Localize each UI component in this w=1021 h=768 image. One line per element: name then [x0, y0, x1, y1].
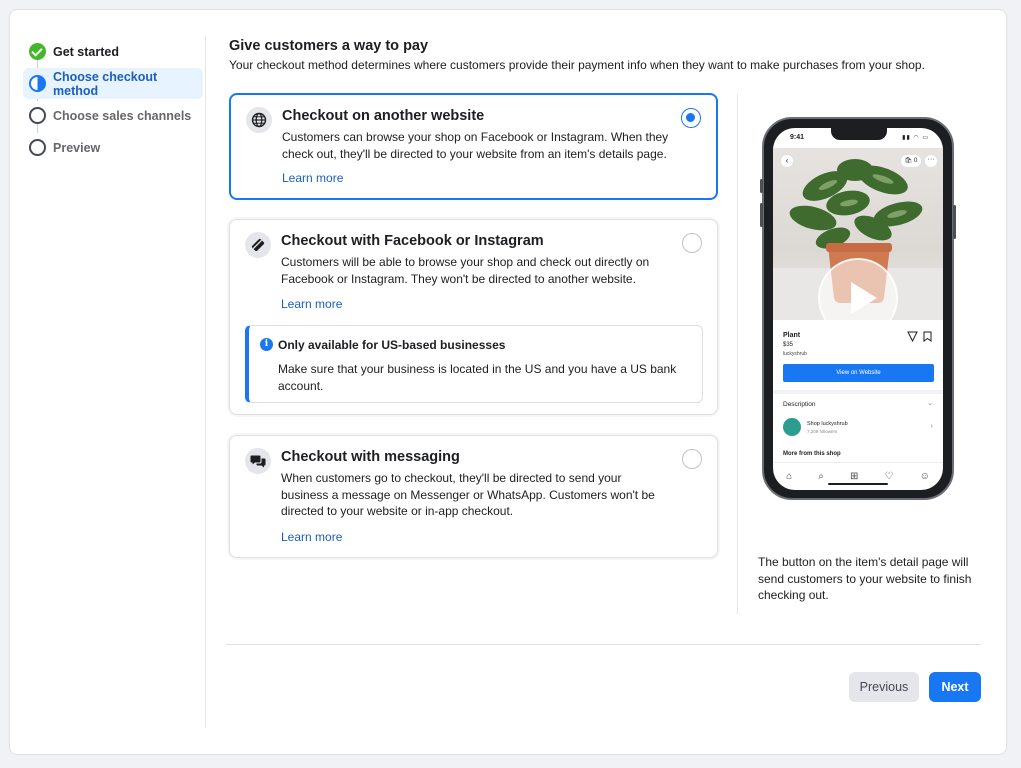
globe-icon: [246, 107, 272, 133]
product-price: $35: [783, 342, 794, 348]
sidebar-divider: [205, 36, 206, 728]
profile-icon: ☺: [919, 471, 930, 482]
previous-button[interactable]: Previous: [849, 672, 919, 702]
check-circle-icon: [29, 43, 46, 60]
step-label: Preview: [53, 140, 101, 155]
section-separator: [773, 390, 943, 394]
back-arrow-icon: ‹: [781, 155, 793, 167]
footer-divider: [226, 644, 981, 645]
preview-divider: [737, 94, 738, 614]
option-description: When customers go to checkout, they'll b…: [281, 471, 655, 518]
option-description: Customers can browse your shop on Facebo…: [282, 130, 669, 161]
phone-screen: 9:41 ▮▮ ◠ ▭ ‹ 🛍 0 ··· Plant $35 luckyshr…: [773, 128, 943, 490]
option-checkout-facebook-instagram[interactable]: Checkout with Facebook or Instagram Cust…: [229, 219, 718, 415]
step-preview[interactable]: Preview: [23, 132, 203, 163]
play-icon: [818, 258, 898, 338]
phone-notch: [831, 128, 887, 140]
shop-avatar: [783, 418, 801, 436]
notice-title: Only available for US-based businesses: [278, 338, 506, 352]
home-icon: ⌂: [786, 471, 793, 482]
heart-icon: ♡: [884, 471, 894, 482]
step-choose-sales-channels[interactable]: Choose sales channels: [23, 100, 203, 131]
notice-text: Make sure that your business is located …: [278, 362, 677, 393]
phone-side-button: [760, 179, 763, 193]
us-only-notice: i Only available for US-based businesses…: [245, 325, 703, 403]
step-label: Choose checkout method: [53, 69, 158, 98]
option-checkout-another-website[interactable]: Checkout on another website Customers ca…: [229, 93, 718, 200]
half-circle-icon: [29, 75, 46, 92]
info-icon: i: [260, 338, 273, 351]
option-title: Checkout with messaging: [281, 449, 460, 465]
more-icon: ···: [925, 155, 937, 167]
next-button[interactable]: Next: [929, 672, 981, 702]
home-indicator: [828, 483, 888, 485]
chevron-down-icon: ⌄: [927, 400, 933, 407]
step-get-started[interactable]: Get started: [23, 36, 203, 67]
option-title: Checkout on another website: [282, 108, 485, 124]
step-label: Choose sales channels: [53, 108, 192, 123]
learn-more-link[interactable]: Learn more: [281, 297, 342, 311]
option-title: Checkout with Facebook or Instagram: [281, 233, 544, 249]
phone-side-button: [953, 205, 956, 239]
status-time: 9:41: [790, 134, 805, 141]
learn-more-link[interactable]: Learn more: [282, 171, 343, 185]
more-from-shop: More from this shop: [783, 451, 841, 457]
share-save-icons: [907, 331, 933, 345]
cart-count: 0: [913, 158, 918, 164]
search-icon: ⌕: [818, 471, 824, 482]
option-checkout-messaging[interactable]: Checkout with messaging When customers g…: [229, 435, 718, 558]
option-description: Customers will be able to browse your sh…: [281, 255, 650, 286]
option-radio[interactable]: [682, 449, 702, 469]
step-choose-checkout-method[interactable]: Choose checkout method: [23, 68, 203, 99]
phone-preview: 9:41 ▮▮ ◠ ▭ ‹ 🛍 0 ··· Plant $35 luckyshr…: [760, 117, 956, 500]
phone-tab-bar: ⌂ ⌕ ⊞ ♡ ☺: [773, 462, 943, 490]
phone-side-button: [760, 203, 763, 227]
option-radio[interactable]: [682, 233, 702, 253]
view-on-website-button: View on Website: [783, 364, 934, 382]
empty-circle-icon: [29, 107, 46, 124]
chevron-right-icon: ›: [930, 423, 933, 430]
status-icons: ▮▮ ◠ ▭: [902, 135, 929, 141]
page-subtitle: Your checkout method determines where cu…: [229, 58, 925, 72]
add-icon: ⊞: [850, 471, 859, 482]
card-icon: [245, 232, 271, 258]
step-label: Get started: [53, 44, 119, 59]
page-title: Give customers a way to pay: [229, 38, 429, 54]
progress-stepper: Get started Choose checkout method Choos…: [23, 36, 203, 164]
preview-caption: The button on the item's detail page wil…: [758, 555, 972, 602]
empty-circle-icon: [29, 139, 46, 156]
setup-card: Get started Choose checkout method Choos…: [9, 9, 1007, 755]
product-shop: luckyshrub: [783, 351, 807, 357]
product-name: Plant: [783, 332, 801, 339]
learn-more-link[interactable]: Learn more: [281, 530, 342, 544]
chat-bubbles-icon: [245, 448, 271, 474]
shop-followers: 7,209 followers: [807, 429, 838, 434]
shop-name: Shop luckyshrub: [807, 421, 848, 427]
description-label: Description: [783, 401, 816, 408]
option-radio[interactable]: [681, 108, 701, 128]
cart-icon: 🛍 0: [901, 155, 921, 167]
